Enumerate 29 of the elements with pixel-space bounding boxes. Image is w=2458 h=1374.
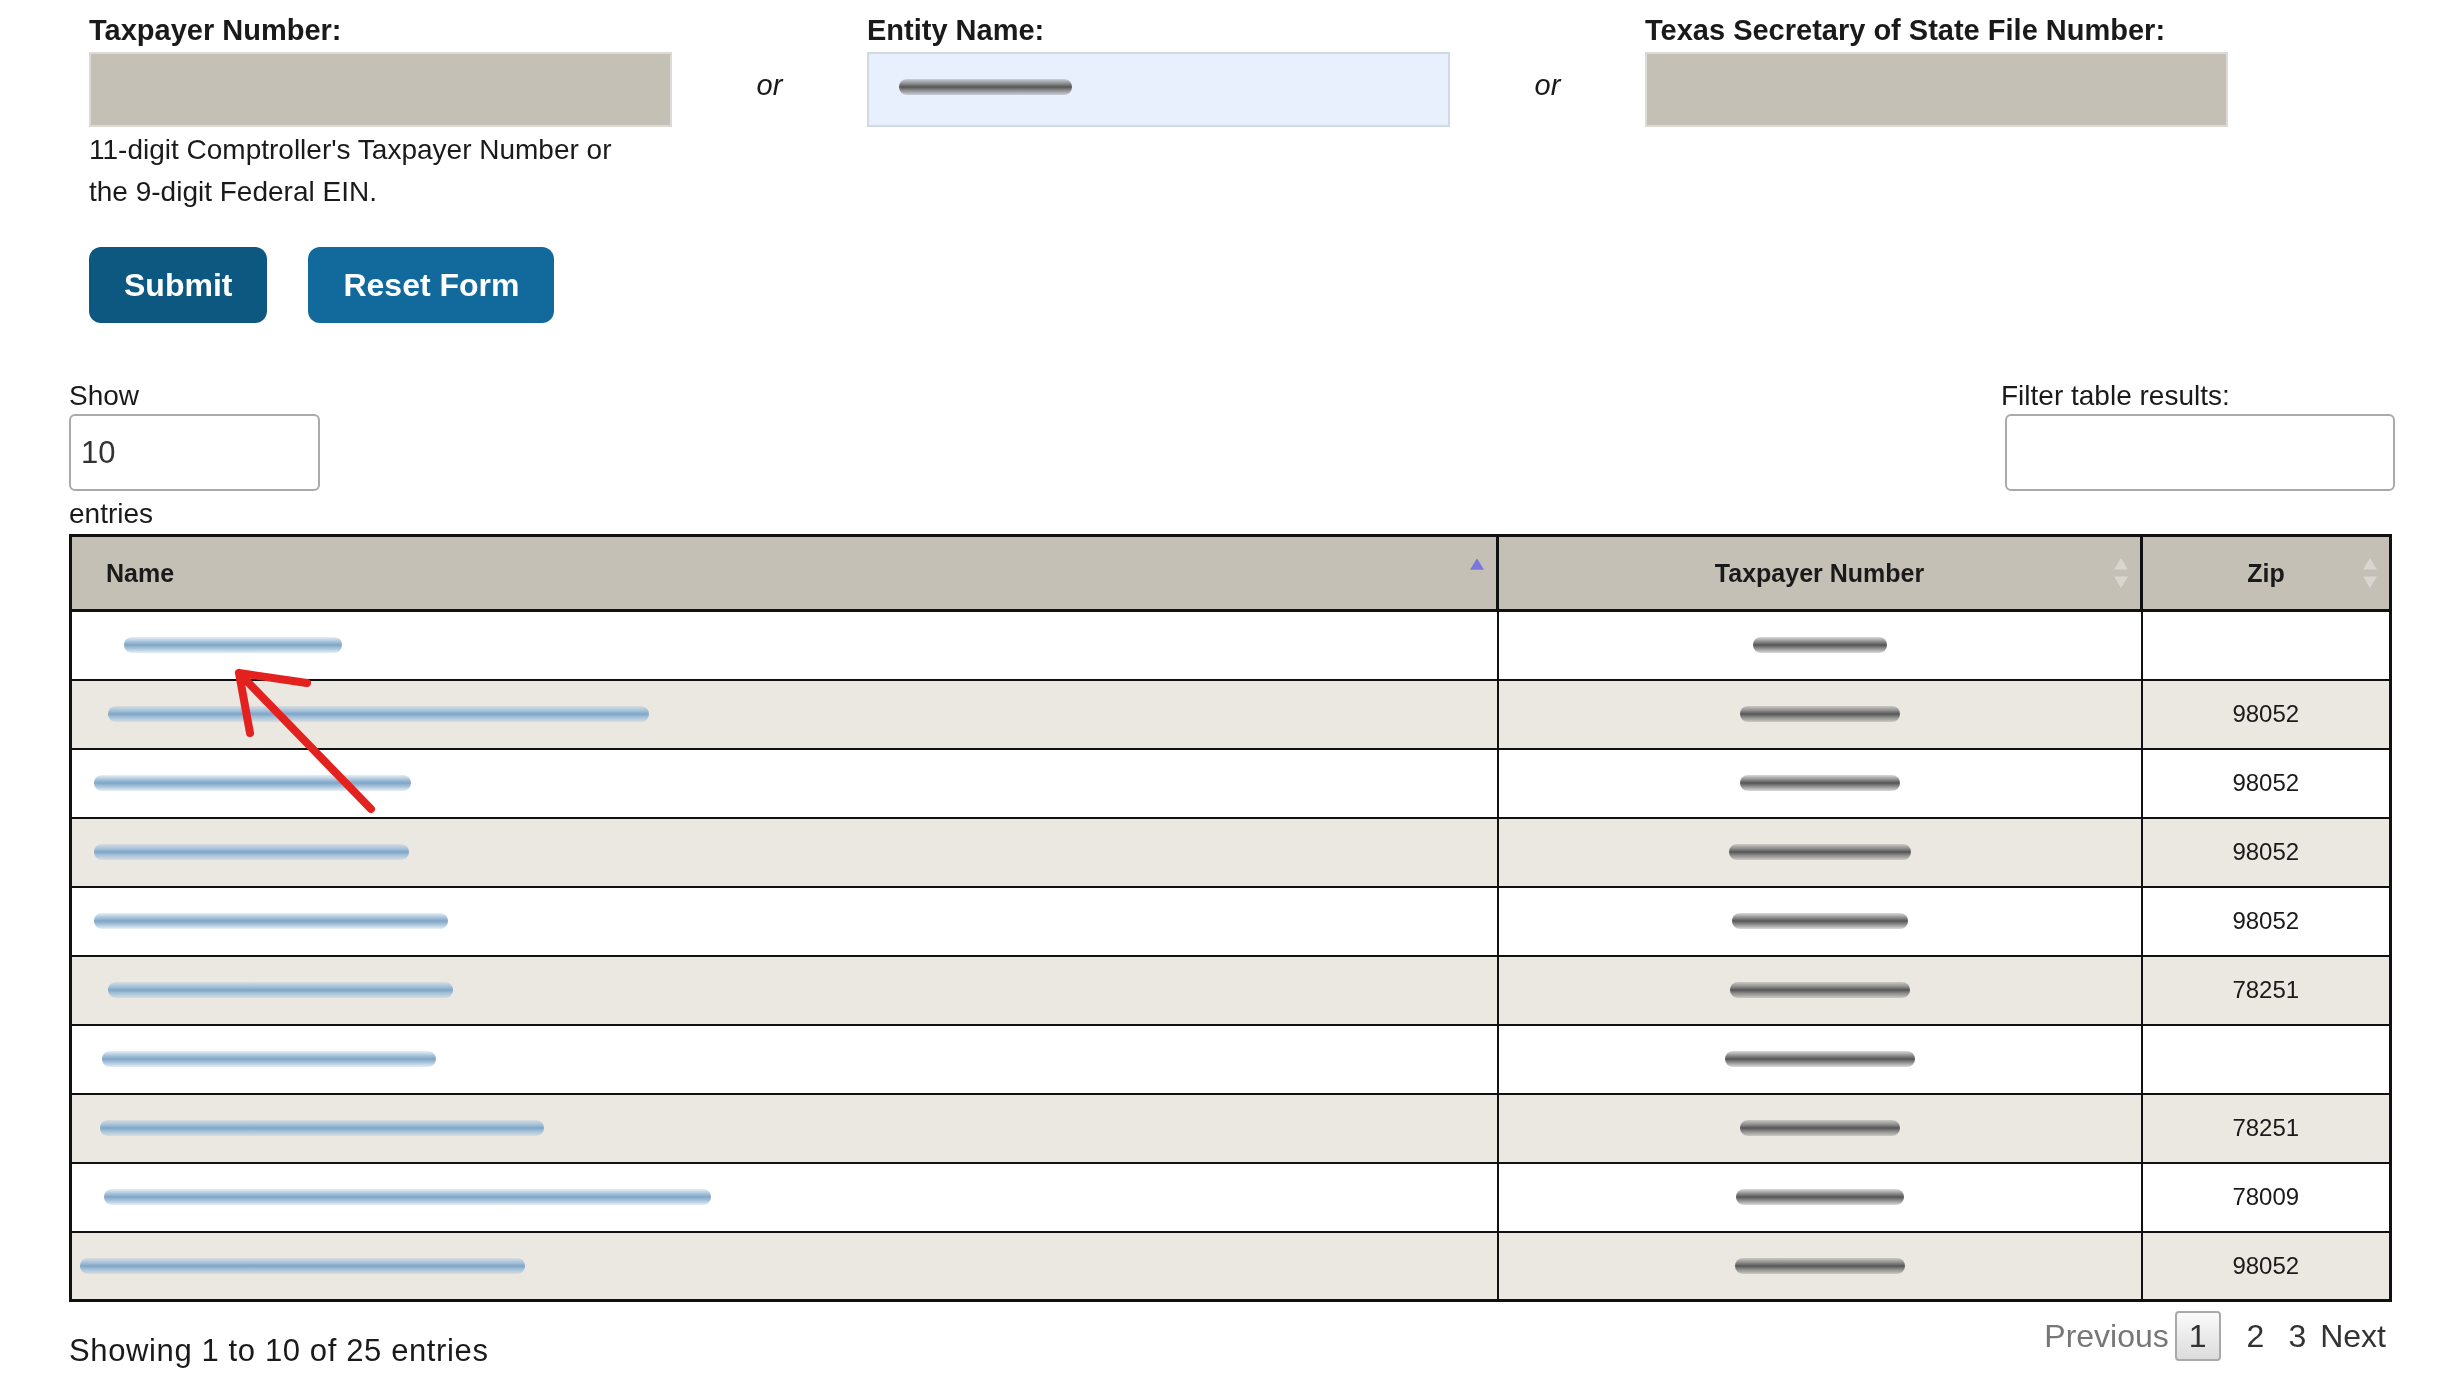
field-label: Taxpayer Number: (89, 13, 343, 47)
page-link[interactable]: 3 (2276, 1313, 2319, 1359)
text-field[interactable] (867, 52, 1450, 127)
page-link[interactable]: 2 (2234, 1313, 2277, 1359)
submit-button[interactable]: Submit (89, 247, 268, 323)
zip-text: 98052 (2232, 1251, 2300, 1279)
or-separator: or (756, 67, 783, 102)
zip-text: 78251 (2232, 976, 2300, 1003)
next-link[interactable]: Next (2318, 1317, 2388, 1355)
entries-label: entries (69, 497, 155, 531)
zip-text: 78251 (2232, 1114, 2300, 1141)
reset-button[interactable]: Reset Form (308, 247, 555, 323)
zip-text: 78009 (2232, 1183, 2300, 1210)
field-label: Texas Secretary of State File Number: (1645, 13, 2167, 47)
filter-label: Filter table results: (2001, 379, 2230, 413)
page-size-select[interactable]: 10 (69, 414, 320, 491)
column-header[interactable]: Taxpayer Number (1497, 535, 2142, 611)
show-label: Show (69, 379, 141, 413)
filter-field[interactable] (2005, 414, 2395, 491)
zip-text: 98052 (2232, 700, 2300, 727)
zip-text: 98052 (2232, 907, 2300, 934)
page-link[interactable]: 1 (2174, 1311, 2221, 1361)
zip-text: 98052 (2232, 838, 2300, 865)
table-info: Showing 1 to 10 of 25 entries (69, 1334, 489, 1368)
zip-text: 98052 (2232, 769, 2300, 796)
or-separator: or (1534, 67, 1561, 102)
field-hint: 11-digit Comptroller's Taxpayer Number or the 9-digit Federal EIN. (89, 133, 613, 209)
column-header[interactable]: Name (70, 535, 1498, 611)
field-label: Entity Name: (867, 13, 1046, 47)
